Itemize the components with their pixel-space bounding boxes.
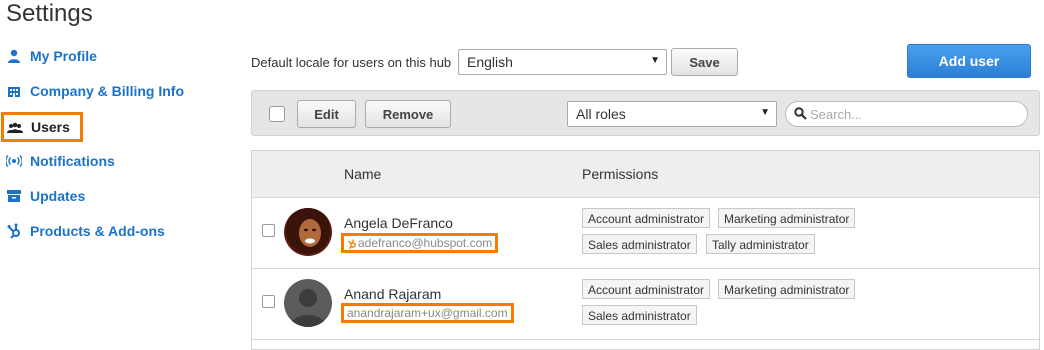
sidebar-item-products-addons[interactable]: Products & Add-ons [0,217,165,245]
permission-tag: Account administrator [582,208,711,228]
user-email-text: anandrajaram+ux@gmail.com [347,306,508,320]
sidebar-item-users[interactable]: Users [1,112,83,142]
sidebar-item-label: Products & Add-ons [30,223,165,239]
user-name: Anand Rajaram [344,286,442,302]
sidebar-item-my-profile[interactable]: My Profile [0,42,97,70]
building-icon [6,83,22,99]
save-locale-button[interactable]: Save [671,48,738,76]
permission-tag: Marketing administrator [718,279,856,299]
permission-tag: Marketing administrator [718,208,856,228]
row-checkbox[interactable] [262,295,275,308]
permission-tag: Account administrator [582,279,711,299]
search-placeholder: Search... [810,106,863,122]
select-all-checkbox[interactable] [269,106,285,122]
sidebar-item-notifications[interactable]: Notifications [0,147,115,175]
users-table: Name Permissions Angela DeFranco adefran… [251,150,1040,350]
locale-select-value: English [467,54,513,70]
permission-tag: Sales administrator [582,305,697,325]
remove-button[interactable]: Remove [365,100,451,128]
archive-icon [6,188,22,204]
sidebar-item-label: Company & Billing Info [30,83,184,99]
sidebar-item-label: Updates [30,188,86,204]
user-name: Angela DeFranco [344,215,453,231]
hubspot-sprocket-icon [348,239,356,249]
caret-down-icon: ▼ [650,55,660,66]
locale-select[interactable]: English ▼ [458,49,667,75]
roles-filter-select[interactable]: All roles ▼ [567,101,777,127]
user-email: adefranco@hubspot.com [341,233,499,253]
permission-tag: Sales administrator [582,234,697,254]
broadcast-icon [6,153,22,169]
column-header-permissions: Permissions [582,166,659,182]
user-icon [6,48,22,64]
table-row[interactable]: Anand Rajaram anandrajaram+ux@gmail.com … [252,269,1039,340]
sidebar-item-label: My Profile [30,48,97,64]
user-email-text: adefranco@hubspot.com [358,236,493,250]
avatar [284,279,332,327]
avatar [284,208,332,256]
users-icon [7,119,23,135]
row-checkbox[interactable] [262,224,275,237]
search-icon [794,107,807,123]
roles-select-value: All roles [576,106,626,122]
table-header: Name Permissions [252,151,1039,198]
column-header-name: Name [344,166,382,182]
caret-down-icon: ▼ [760,107,770,118]
add-user-button[interactable]: Add user [907,44,1031,78]
sidebar-item-company-billing[interactable]: Company & Billing Info [0,77,184,105]
page-title: Settings [6,0,93,27]
locale-label: Default locale for users on this hub [251,55,452,70]
sidebar-item-updates[interactable]: Updates [0,182,85,210]
hubspot-sprocket-icon [6,223,22,239]
permission-tag: Tally administrator [706,234,815,254]
sidebar-item-label: Users [31,119,70,135]
search-input[interactable]: Search... [785,101,1028,127]
user-email: anandrajaram+ux@gmail.com [341,303,514,323]
sidebar-item-label: Notifications [30,153,115,169]
table-row[interactable]: Angela DeFranco adefranco@hubspot.com Ac… [252,198,1039,269]
edit-button[interactable]: Edit [297,100,356,128]
users-toolbar: Edit Remove All roles ▼ Search... [251,90,1040,136]
